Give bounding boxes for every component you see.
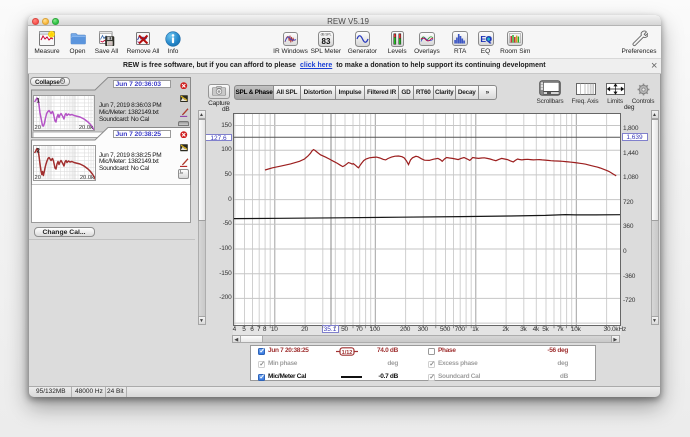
svg-text:20.0k: 20.0k (80, 175, 94, 180)
svg-text:Q: Q (485, 37, 491, 44)
svg-text:83: 83 (321, 36, 330, 45)
svg-text:1/12: 1/12 (342, 349, 353, 355)
svg-text:20: 20 (35, 175, 41, 180)
